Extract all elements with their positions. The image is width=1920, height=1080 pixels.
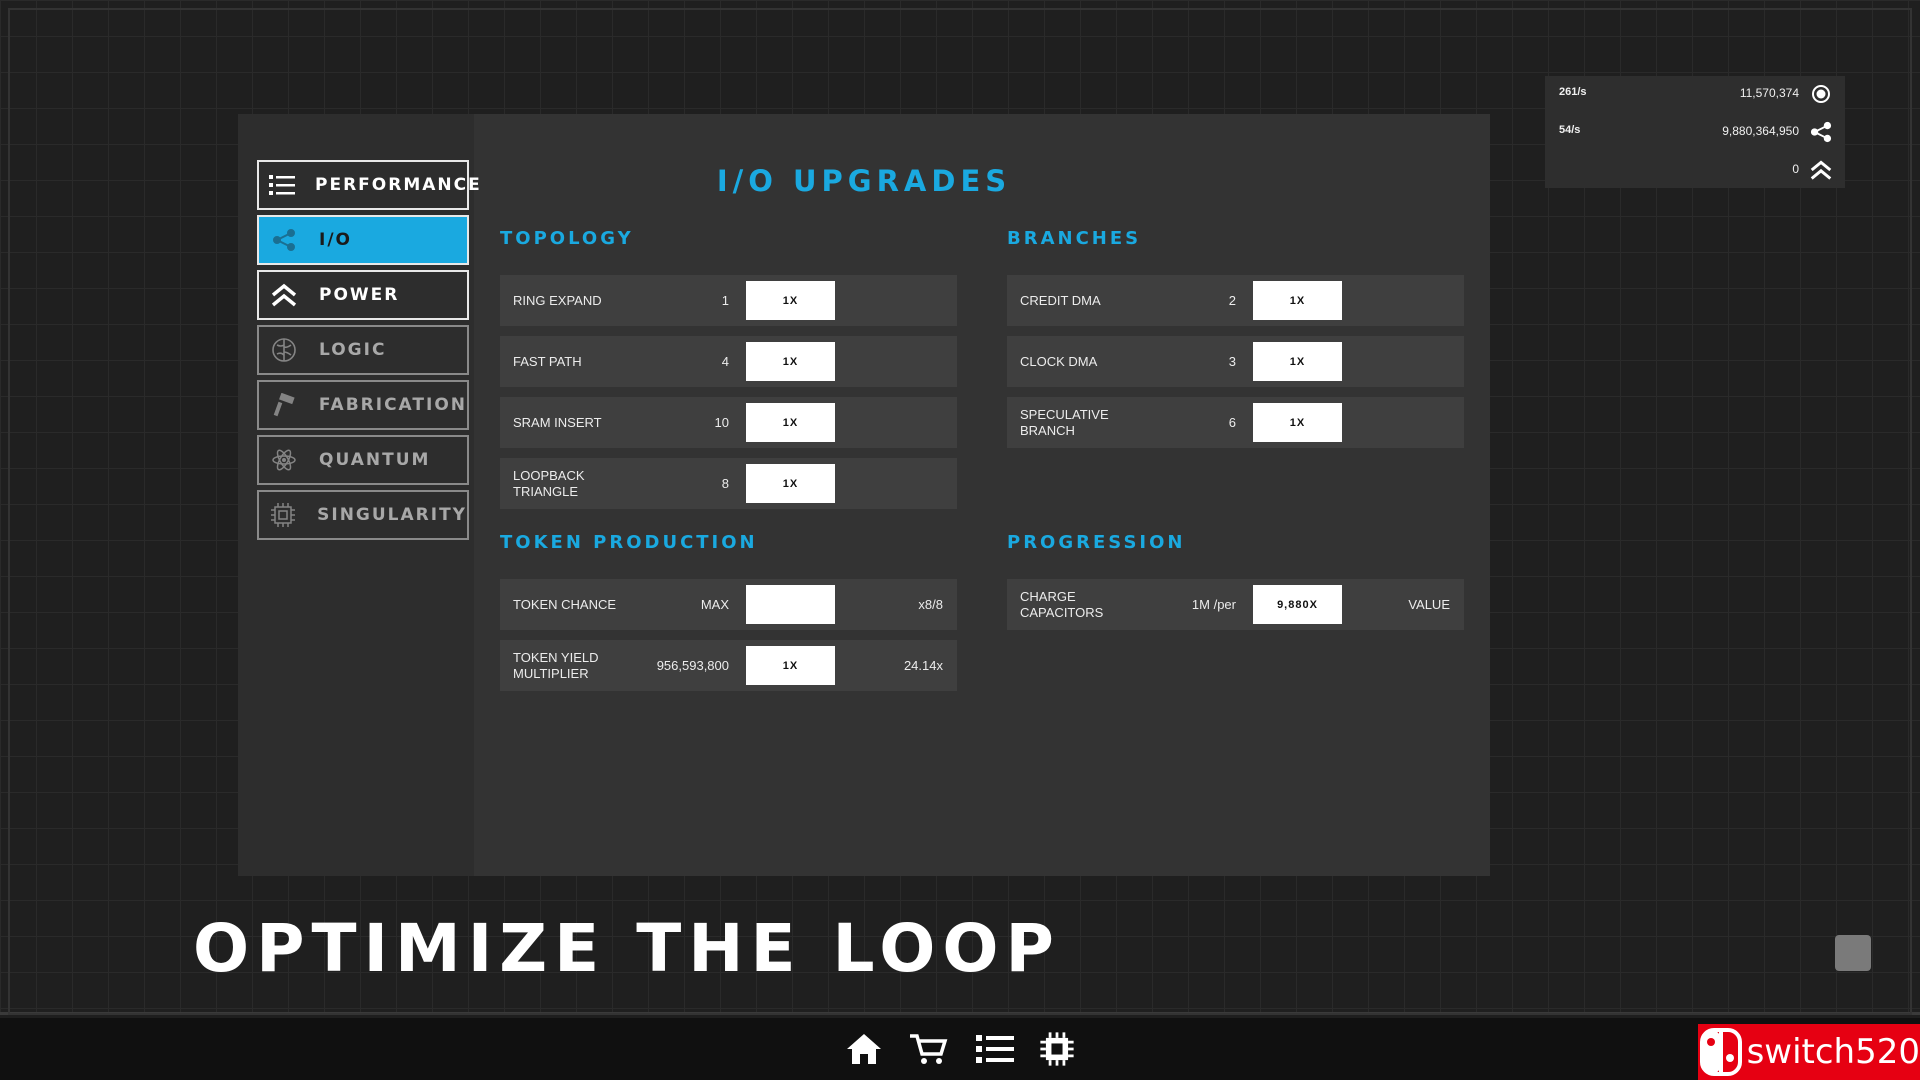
- buy-button[interactable]: 1X: [1253, 403, 1342, 442]
- share-icon: [269, 225, 299, 255]
- upgrade-row-fast-path: FAST PATH 4 1X: [500, 336, 957, 387]
- upgrade-effect: 24.14x: [903, 658, 943, 673]
- upgrade-level: 10: [714, 415, 729, 430]
- upgrade-cost: 1M /per: [1191, 597, 1236, 612]
- upgrade-level: 3: [1228, 354, 1236, 369]
- brain-icon: [269, 335, 299, 365]
- upgrade-level: 4: [721, 354, 729, 369]
- nav-power-button[interactable]: POWER: [257, 270, 469, 320]
- buy-button[interactable]: 1X: [1253, 342, 1342, 381]
- home-icon[interactable]: [843, 1028, 885, 1070]
- menu-toggle-button[interactable]: [1835, 935, 1871, 971]
- stat-amount: 11,570,374: [1739, 86, 1799, 100]
- upgrade-label: RING EXPAND: [513, 292, 602, 308]
- upgrade-label: SPECULATIVE BRANCH: [1020, 406, 1109, 438]
- upgrade-level: 2: [1228, 293, 1236, 308]
- upgrade-label: CREDIT DMA: [1020, 292, 1101, 308]
- buy-button[interactable]: 1X: [746, 342, 835, 381]
- upgrade-row-speculative-branch: SPECULATIVE BRANCH 6 1X: [1007, 397, 1464, 448]
- section-title-branches: BRANCHES: [1007, 228, 1142, 249]
- upgrade-row-charge-capacitors: CHARGE CAPACITORS 1M /per 9,880X VALUE: [1007, 579, 1464, 630]
- section-title-topology: TOPOLOGY: [500, 228, 634, 249]
- stat-amount: 9,880,364,950: [1722, 124, 1799, 138]
- hammer-icon: [269, 390, 299, 420]
- nav-label: I/O: [319, 230, 352, 250]
- double-chevron-up-icon: [1809, 158, 1833, 182]
- buy-button[interactable]: 1X: [746, 403, 835, 442]
- section-title-progression: PROGRESSION: [1007, 532, 1186, 553]
- upgrade-row-token-chance: TOKEN CHANCE MAX x8/8: [500, 579, 957, 630]
- upgrade-effect: x8/8: [918, 597, 943, 612]
- stat-rate: 54/s: [1559, 124, 1581, 136]
- double-chevron-up-icon: [269, 280, 299, 310]
- chip-icon: [269, 500, 297, 530]
- nav-singularity-button[interactable]: SINGULARITY: [257, 490, 469, 540]
- chip-icon[interactable]: [1036, 1028, 1078, 1070]
- watermark-text: switch520: [1746, 1032, 1920, 1072]
- nav-logic-button[interactable]: LOGIC: [257, 325, 469, 375]
- watermark-logo: switch520: [1698, 1024, 1920, 1080]
- nav-label: SINGULARITY: [317, 505, 467, 525]
- buy-button[interactable]: [746, 585, 835, 624]
- upgrade-level: 1: [721, 293, 729, 308]
- upgrade-row-sram-insert: SRAM INSERT 10 1X: [500, 397, 957, 448]
- upgrade-level: MAX: [700, 597, 729, 612]
- list-icon[interactable]: [974, 1028, 1016, 1070]
- upgrade-label: FAST PATH: [513, 353, 582, 369]
- upgrade-label: CLOCK DMA: [1020, 353, 1098, 369]
- upgrade-label: CHARGE CAPACITORS: [1020, 588, 1104, 620]
- resource-stats-panel: 261/s 11,570,374 54/s 9,880,364,950 0: [1545, 76, 1845, 188]
- upgrade-label: LOOPBACK TRIANGLE: [513, 467, 585, 499]
- upgrade-label: SRAM INSERT: [513, 414, 602, 430]
- upgrade-level: 8: [721, 476, 729, 491]
- nav-io-button[interactable]: I/O: [257, 215, 469, 265]
- upgrade-label: TOKEN CHANCE: [513, 596, 617, 612]
- stat-row-connections: 54/s 9,880,364,950: [1545, 114, 1845, 150]
- nav-label: QUANTUM: [319, 450, 431, 470]
- upgrade-level: 956,593,800: [656, 658, 729, 673]
- upgrade-level: 6: [1228, 415, 1236, 430]
- nav-label: POWER: [319, 285, 400, 305]
- nav-quantum-button[interactable]: QUANTUM: [257, 435, 469, 485]
- atom-icon: [269, 445, 299, 475]
- buy-button[interactable]: 1X: [746, 281, 835, 320]
- buy-button[interactable]: 1X: [1253, 281, 1342, 320]
- upgrade-effect: VALUE: [1408, 597, 1450, 612]
- stat-row-power: 0: [1545, 152, 1845, 188]
- switch-logo-icon: [1698, 1024, 1745, 1080]
- upgrades-panel: PERFORMANCE I/O POWER LOGIC FABRICATION …: [238, 114, 1490, 876]
- buy-button[interactable]: 1X: [746, 646, 835, 685]
- stat-row-coins: 261/s 11,570,374: [1545, 76, 1845, 112]
- upgrade-row-loopback-triangle: LOOPBACK TRIANGLE 8 1X: [500, 458, 957, 509]
- nav-label: FABRICATION: [318, 395, 467, 415]
- share-icon: [1809, 120, 1833, 144]
- coin-icon: [1809, 82, 1833, 106]
- upgrade-row-credit-dma: CREDIT DMA 2 1X: [1007, 275, 1464, 326]
- section-title-token-production: TOKEN PRODUCTION: [500, 532, 758, 553]
- panel-title: I/O UPGRADES: [716, 164, 1012, 198]
- buy-button[interactable]: 1X: [746, 464, 835, 503]
- upgrade-row-ring-expand: RING EXPAND 1 1X: [500, 275, 957, 326]
- stat-rate: 261/s: [1559, 86, 1587, 98]
- nav-fabrication-button[interactable]: FABRICATION: [257, 380, 469, 430]
- nav-label: LOGIC: [319, 340, 387, 360]
- bottom-toolbar: [0, 1018, 1920, 1080]
- promo-tagline: OPTIMIZE THE LOOP: [193, 910, 1061, 987]
- stat-amount: 0: [1792, 162, 1799, 176]
- buy-button[interactable]: 9,880X: [1253, 585, 1342, 624]
- upgrade-row-token-yield-multiplier: TOKEN YIELD MULTIPLIER 956,593,800 1X 24…: [500, 640, 957, 691]
- cart-icon[interactable]: [907, 1028, 949, 1070]
- upgrade-label: TOKEN YIELD MULTIPLIER: [513, 649, 599, 681]
- upgrade-row-clock-dma: CLOCK DMA 3 1X: [1007, 336, 1464, 387]
